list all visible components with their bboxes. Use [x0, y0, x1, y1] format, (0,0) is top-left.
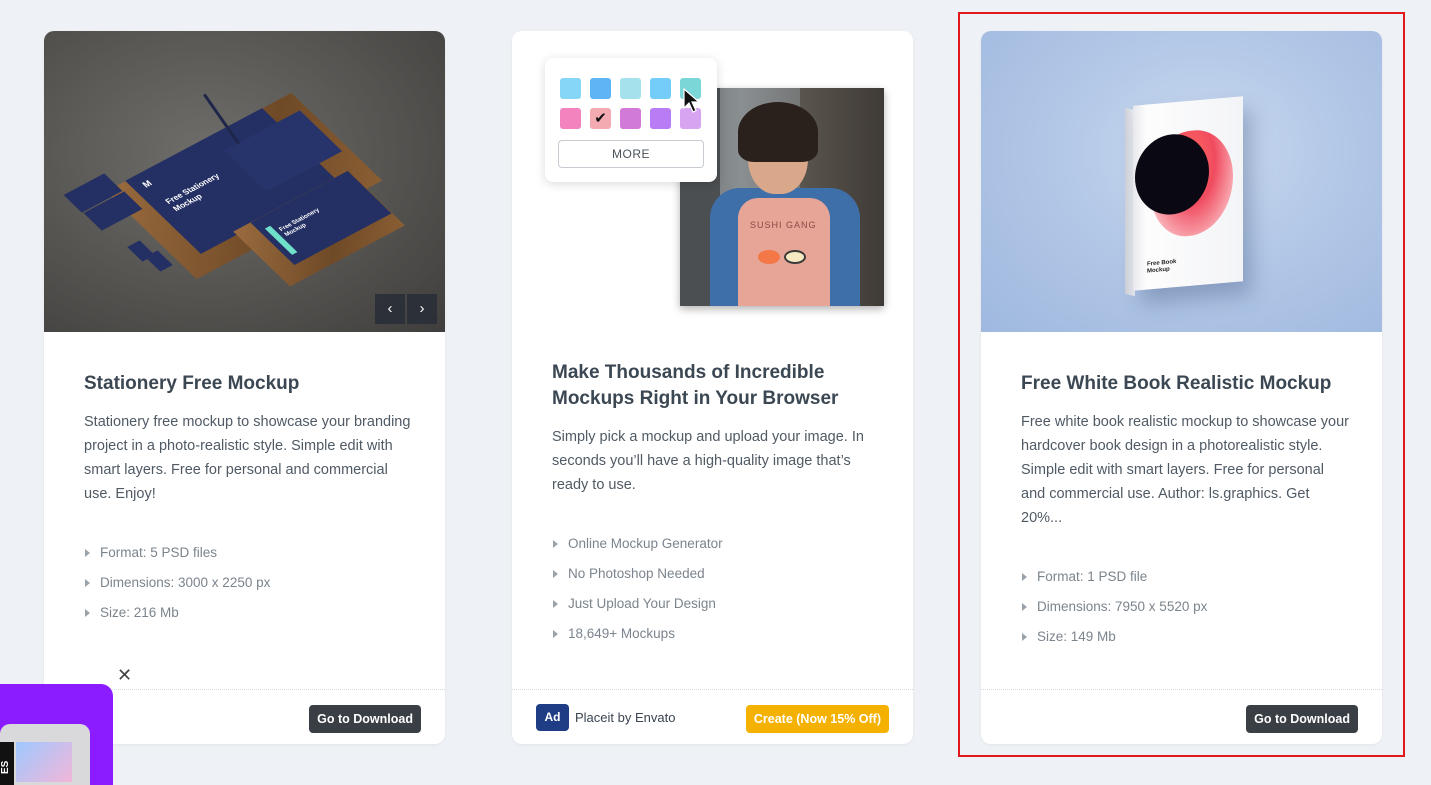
bullet-triangle-icon [1022, 603, 1027, 611]
card-title[interactable]: Free White Book Realistic Mockup [1021, 371, 1351, 397]
cursor-icon [683, 88, 701, 113]
create-button[interactable]: Create (Now 15% Off) [745, 705, 889, 733]
spec-text: 18,649+ Mockups [568, 626, 675, 641]
carousel-arrows: ‹ › [375, 294, 437, 324]
go-to-download-button[interactable]: Go to Download [1246, 705, 1358, 733]
spec-text: No Photoshop Needed [568, 566, 705, 581]
bullet-triangle-icon [85, 549, 90, 557]
spec-text: Size: 216 Mb [100, 605, 179, 620]
spec-item: Size: 149 Mb [1021, 627, 1207, 657]
bullet-triangle-icon [553, 540, 558, 548]
spec-text: Just Upload Your Design [568, 596, 716, 611]
shirt-text: SUSHI GANG [750, 220, 817, 230]
promo-artwork [16, 742, 72, 782]
sushi-art-2 [784, 250, 806, 264]
card-white-book: Free Book Mockup Free White Book Realist… [981, 31, 1382, 744]
spec-list: Format: 5 PSD files Dimensions: 3000 x 2… [84, 543, 270, 633]
bullet-triangle-icon [85, 609, 90, 617]
ad-badge: Ad [536, 704, 569, 731]
swatch[interactable] [560, 78, 581, 99]
swatch[interactable] [590, 78, 611, 99]
spec-text: Dimensions: 7950 x 5520 px [1037, 599, 1208, 614]
book-image[interactable]: Free Book Mockup [981, 31, 1382, 332]
card-stationery: Free Stationery Mockup M Free Stationery… [44, 31, 445, 744]
logo-mark: M [140, 178, 155, 190]
spec-item: 18,649+ Mockups [552, 624, 723, 654]
placeit-image[interactable]: SUSHI GANG ✔ MORE [512, 31, 913, 332]
bullet-triangle-icon [85, 579, 90, 587]
stationery-image[interactable]: Free Stationery Mockup M Free Stationery… [44, 31, 445, 332]
card-title[interactable]: Make Thousands of Incredible Mockups Rig… [552, 360, 852, 412]
card-text: Free Stationery Mockup [278, 207, 322, 238]
carousel-prev-icon[interactable]: ‹ [375, 294, 405, 324]
spec-item: No Photoshop Needed [552, 564, 723, 594]
promo-widget[interactable]: ES [0, 684, 113, 785]
spec-item: Dimensions: 3000 x 2250 px [84, 573, 270, 603]
spec-text: Size: 149 Mb [1037, 629, 1116, 644]
book-label: Free Book Mockup [1147, 259, 1177, 275]
close-icon[interactable]: ✕ [117, 665, 132, 686]
promo-tag: ES [0, 742, 14, 785]
spec-item: Online Mockup Generator [552, 534, 723, 564]
color-swatch-panel: ✔ MORE [545, 58, 717, 182]
hair [738, 102, 818, 162]
card-placeit-ad: SUSHI GANG ✔ MORE Make Thousands of Incr… [512, 31, 913, 744]
spec-text: Online Mockup Generator [568, 536, 723, 551]
card-footer: Ad Placeit by Envato Create (Now 15% Off… [512, 689, 913, 744]
bullet-triangle-icon [1022, 573, 1027, 581]
card-footer: Go to Download [981, 689, 1382, 744]
sponsor-name: Placeit by Envato [575, 710, 676, 725]
bullet-triangle-icon [553, 570, 558, 578]
checkmark-icon: ✔ [594, 110, 607, 127]
card-title[interactable]: Stationery Free Mockup [84, 371, 414, 397]
spec-text: Format: 5 PSD files [100, 545, 218, 560]
book-cover: Free Book Mockup [1133, 96, 1243, 291]
more-colors-button[interactable]: MORE [558, 140, 704, 168]
swatch[interactable] [620, 78, 641, 99]
swatch[interactable] [650, 108, 671, 129]
card-description: Free white book realistic mockup to show… [1021, 414, 1350, 526]
sheet-text: Free Stationery Mockup [163, 171, 222, 214]
swatch-selected[interactable]: ✔ [590, 108, 611, 129]
swatch[interactable] [560, 108, 581, 129]
card-description: Simply pick a mockup and upload your ima… [552, 429, 864, 493]
spec-text: Dimensions: 3000 x 2250 px [100, 575, 271, 590]
bullet-triangle-icon [1022, 633, 1027, 641]
bullet-triangle-icon [553, 630, 558, 638]
go-to-download-button[interactable]: Go to Download [309, 705, 421, 733]
spec-text: Format: 1 PSD file [1037, 569, 1148, 584]
sushi-art-1 [758, 250, 780, 264]
bullet-triangle-icon [553, 600, 558, 608]
spec-item: Format: 1 PSD file [1021, 567, 1207, 597]
spec-item: Format: 5 PSD files [84, 543, 270, 573]
spec-list: Online Mockup Generator No Photoshop Nee… [552, 534, 723, 654]
swatch[interactable] [620, 108, 641, 129]
spec-item: Size: 216 Mb [84, 603, 270, 633]
pink-tshirt: SUSHI GANG [738, 198, 830, 306]
swatch[interactable] [650, 78, 671, 99]
card-description: Stationery free mockup to showcase your … [84, 414, 411, 502]
spec-list: Format: 1 PSD file Dimensions: 7950 x 55… [1021, 567, 1207, 657]
spec-item: Dimensions: 7950 x 5520 px [1021, 597, 1207, 627]
ad-sponsor[interactable]: Ad Placeit by Envato [536, 704, 675, 731]
spec-item: Just Upload Your Design [552, 594, 723, 624]
carousel-next-icon[interactable]: › [407, 294, 437, 324]
